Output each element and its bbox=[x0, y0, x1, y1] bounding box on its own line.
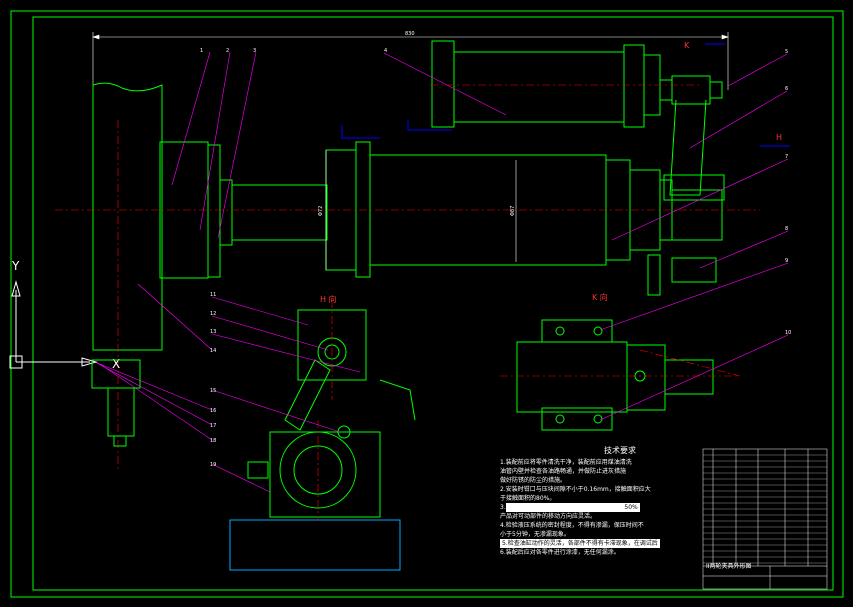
drawing-title: II两轮夹具外形图 bbox=[706, 563, 752, 570]
cad-drawing-canvas: 1 2 3 4 5 6 7 8 9 10 11 12 13 14 15 16 1… bbox=[9, 10, 844, 598]
technical-notes: 技术要求 1.装配前应将零件清洗干净，装配前应用煤油清洗 油管内壁并检查各油路畅… bbox=[500, 446, 700, 557]
top-dimension bbox=[92, 32, 729, 90]
h-view bbox=[229, 309, 416, 571]
notes-highlight-value: 50% bbox=[624, 504, 638, 511]
notes-line: 1.装配前应将零件清洗干净，装配前应用煤油清洗 bbox=[500, 459, 632, 466]
part-label: 9 bbox=[785, 258, 788, 264]
hidden-lines bbox=[341, 120, 452, 139]
part-label: 7 bbox=[785, 154, 788, 160]
part-label: 6 bbox=[785, 86, 788, 92]
view-label-h-mid: H 向 bbox=[320, 294, 337, 304]
notes-line-highlighted: 5.检查油缸动作的灵活，各部件不得有卡滞现象，在调试后 bbox=[500, 539, 660, 548]
part-label: 2 bbox=[226, 48, 229, 54]
column-body bbox=[92, 82, 328, 351]
part-label: 4 bbox=[384, 48, 387, 54]
part-label: 16 bbox=[210, 408, 216, 414]
notes-line: 于接触面积的80%。 bbox=[500, 495, 556, 502]
leader-lines bbox=[89, 51, 789, 493]
upper-cylinder bbox=[431, 40, 723, 128]
notes-line: 2.安装时钳口与压块间隙不小于0.16mm，接触面积应大 bbox=[500, 486, 651, 493]
part-label: 8 bbox=[785, 226, 788, 232]
part-label: 18 bbox=[210, 438, 216, 444]
part-label: 19 bbox=[210, 462, 216, 468]
notes-line: 产品对可动部件的移动方向应灵活。 bbox=[500, 513, 597, 520]
dimension-left: Φ72 bbox=[318, 206, 324, 216]
part-label: 5 bbox=[785, 49, 788, 55]
notes-line: 油管内壁并检查各油路畅通，并做防止进灰措施 bbox=[500, 468, 627, 475]
notes-line: 6.装配后应对各零件进行涂漆，无任何漏涂。 bbox=[500, 549, 620, 556]
part-label: 13 bbox=[210, 329, 216, 335]
part-label: 17 bbox=[210, 423, 216, 429]
ucs-x-label: X bbox=[112, 357, 120, 371]
notes-title: 技术要求 bbox=[604, 446, 636, 455]
notes-line: 做好防锈的防尘的措施。 bbox=[500, 477, 567, 484]
connecting-arm bbox=[663, 99, 725, 201]
dimension-center: Φ87 bbox=[510, 206, 516, 216]
view-label-k-top: K bbox=[684, 41, 690, 50]
notes-highlight: 50% bbox=[505, 503, 640, 512]
lower-right-unit bbox=[647, 254, 717, 296]
dimension-top: 830 bbox=[405, 31, 415, 37]
notes-line: 5.检查油缸动作的灵活，各部件不得有卡滞现象，在调试后 bbox=[500, 539, 700, 548]
bottom-clamp bbox=[91, 359, 141, 447]
part-label: 3 bbox=[253, 48, 256, 54]
part-label: 1 bbox=[200, 48, 203, 54]
dimension-texts: 830 Φ72 Φ87 bbox=[318, 31, 516, 216]
notes-line: 小于5分钟，无渗漏现象。 bbox=[500, 531, 570, 538]
part-label: 10 bbox=[785, 330, 791, 336]
notes-line: 3. 50% bbox=[500, 503, 700, 512]
ucs-y-label: Y bbox=[11, 259, 20, 273]
part-label: 15 bbox=[210, 388, 216, 394]
part-label: 12 bbox=[210, 311, 216, 317]
part-label: 11 bbox=[210, 292, 216, 298]
part-label: 14 bbox=[210, 348, 216, 354]
notes-line: 4.检验液压系统的密封程度，不得有渗漏，保压时间不 bbox=[500, 522, 644, 529]
ucs-icon bbox=[9, 280, 98, 369]
main-cylinder bbox=[325, 141, 723, 278]
view-label-h-right: H bbox=[776, 133, 782, 142]
view-label-k-mid: K 向 bbox=[592, 292, 608, 302]
title-block-rows bbox=[703, 454, 827, 564]
